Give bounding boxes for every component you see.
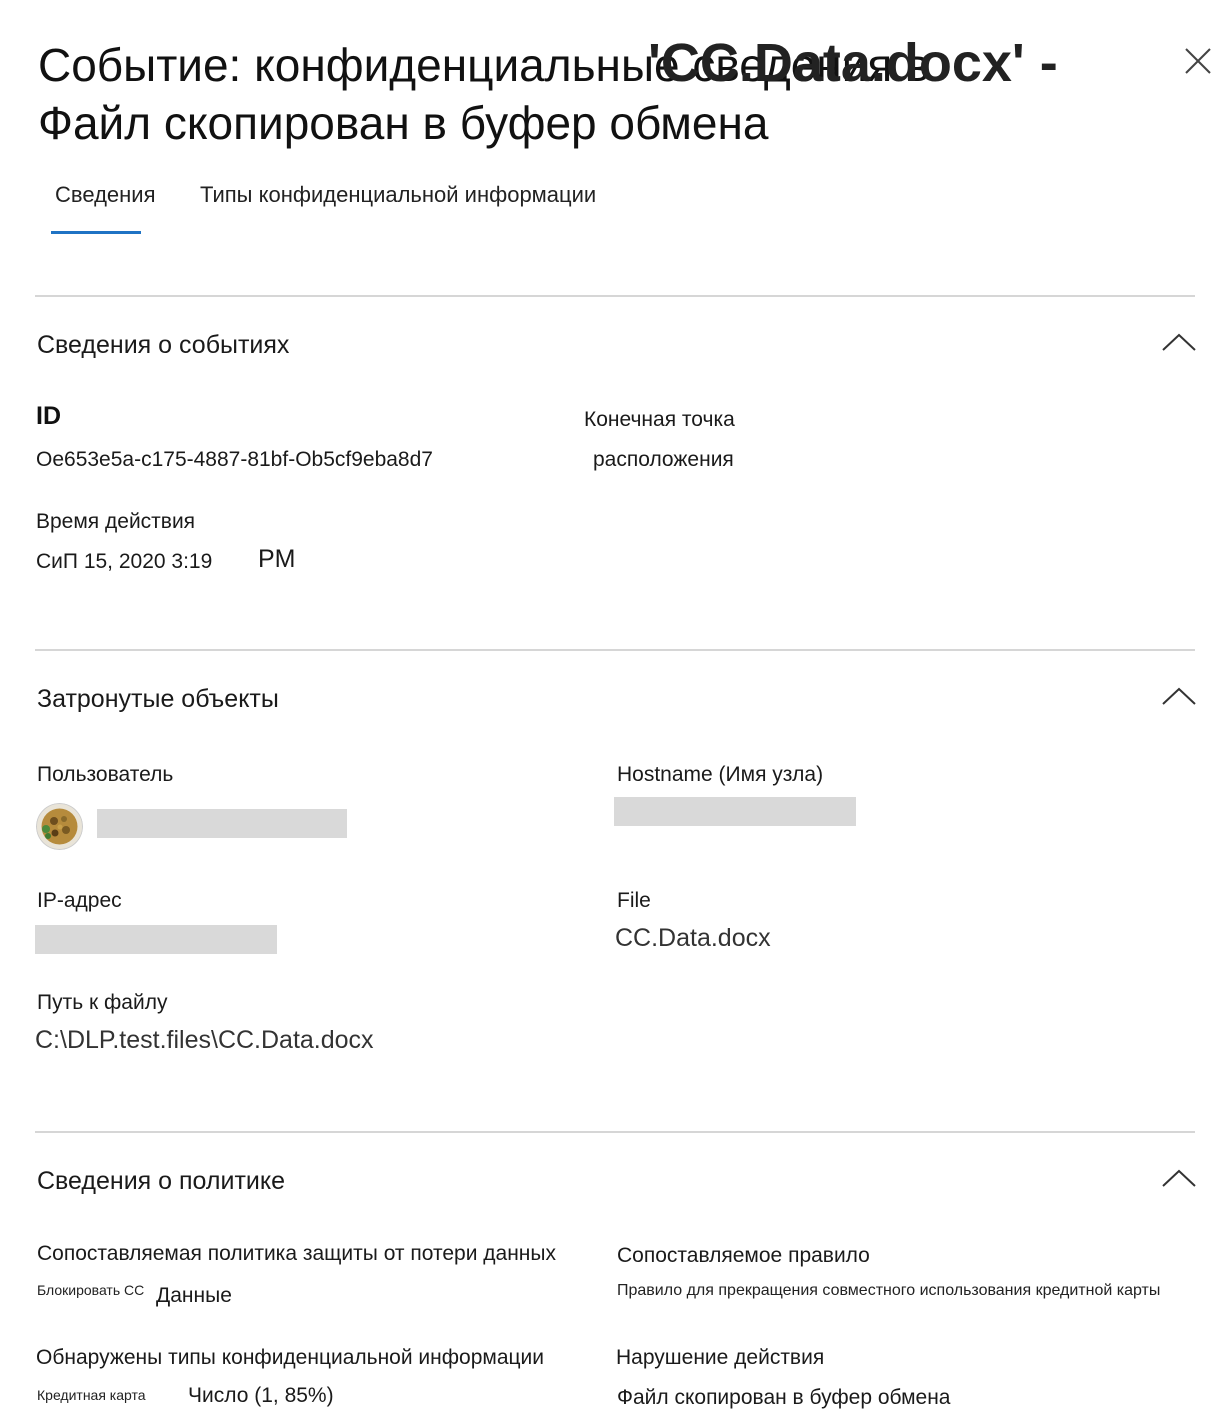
section-title-affected-objects: Затронутые объекты (37, 685, 279, 713)
user-name-redacted (97, 809, 347, 838)
action-time-value: СиП 15, 2020 3:19 (36, 550, 213, 573)
file-label: File (617, 889, 651, 912)
section-divider (35, 295, 1195, 297)
hostname-label: Hostname (Имя узла) (617, 763, 824, 786)
title-file-name: 'CC.Data.docx' - (648, 33, 1058, 93)
chevron-up-icon[interactable] (1160, 1166, 1198, 1190)
sensitive-info-types-label: Обнаружены типы конфиденциальной информа… (36, 1346, 544, 1369)
matched-rule-value: Правило для прекращения совместного испо… (617, 1282, 1161, 1299)
matched-policy-label: Сопоставляемая политика защиты от потери… (37, 1242, 556, 1265)
action-violation-value: Файл скопирован в буфер обмена (617, 1386, 951, 1409)
matched-policy-prefix: Блокировать CC (37, 1282, 145, 1298)
hostname-redacted (614, 797, 856, 826)
section-divider (35, 1131, 1195, 1133)
sensitive-info-type-value: Число (1, 85%) (188, 1384, 334, 1407)
action-time-suffix: PM (258, 545, 296, 573)
file-path-value: C:\DLP.test.files\CC.Data.docx (35, 1026, 374, 1054)
ip-address-redacted (35, 925, 277, 954)
action-time-label: Время действия (36, 510, 196, 533)
file-value: CC.Data.docx (615, 924, 771, 952)
tab-selected-indicator (51, 231, 141, 234)
sensitive-info-type-prefix: Кредитная карта (37, 1387, 146, 1403)
location-value: расположения (593, 448, 734, 471)
action-violation-label: Нарушение действия (616, 1346, 825, 1369)
ip-address-label: IP-адрес (37, 889, 122, 912)
tab-details[interactable]: Сведения (55, 182, 156, 208)
section-title-policy-details: Сведения о политике (37, 1167, 285, 1195)
section-divider (35, 649, 1195, 651)
tab-sensitive-info-types[interactable]: Типы конфиденциальной информации (200, 182, 596, 208)
chevron-up-icon[interactable] (1160, 330, 1198, 354)
avatar (36, 803, 83, 850)
close-icon[interactable] (1183, 46, 1213, 76)
user-label: Пользователь (37, 763, 174, 786)
id-label: ID (36, 402, 61, 430)
id-value: Oe653e5a-c175-4887-81bf-Ob5cf9eba8d7 (36, 448, 433, 471)
endpoint-label: Конечная точка (584, 408, 735, 431)
file-path-label: Путь к файлу (37, 991, 168, 1014)
matched-policy-value: Данные (156, 1284, 232, 1307)
chevron-up-icon[interactable] (1160, 684, 1198, 708)
section-title-event-details: Сведения о событиях (37, 331, 290, 359)
matched-rule-label: Сопоставляемое правило (617, 1244, 870, 1267)
